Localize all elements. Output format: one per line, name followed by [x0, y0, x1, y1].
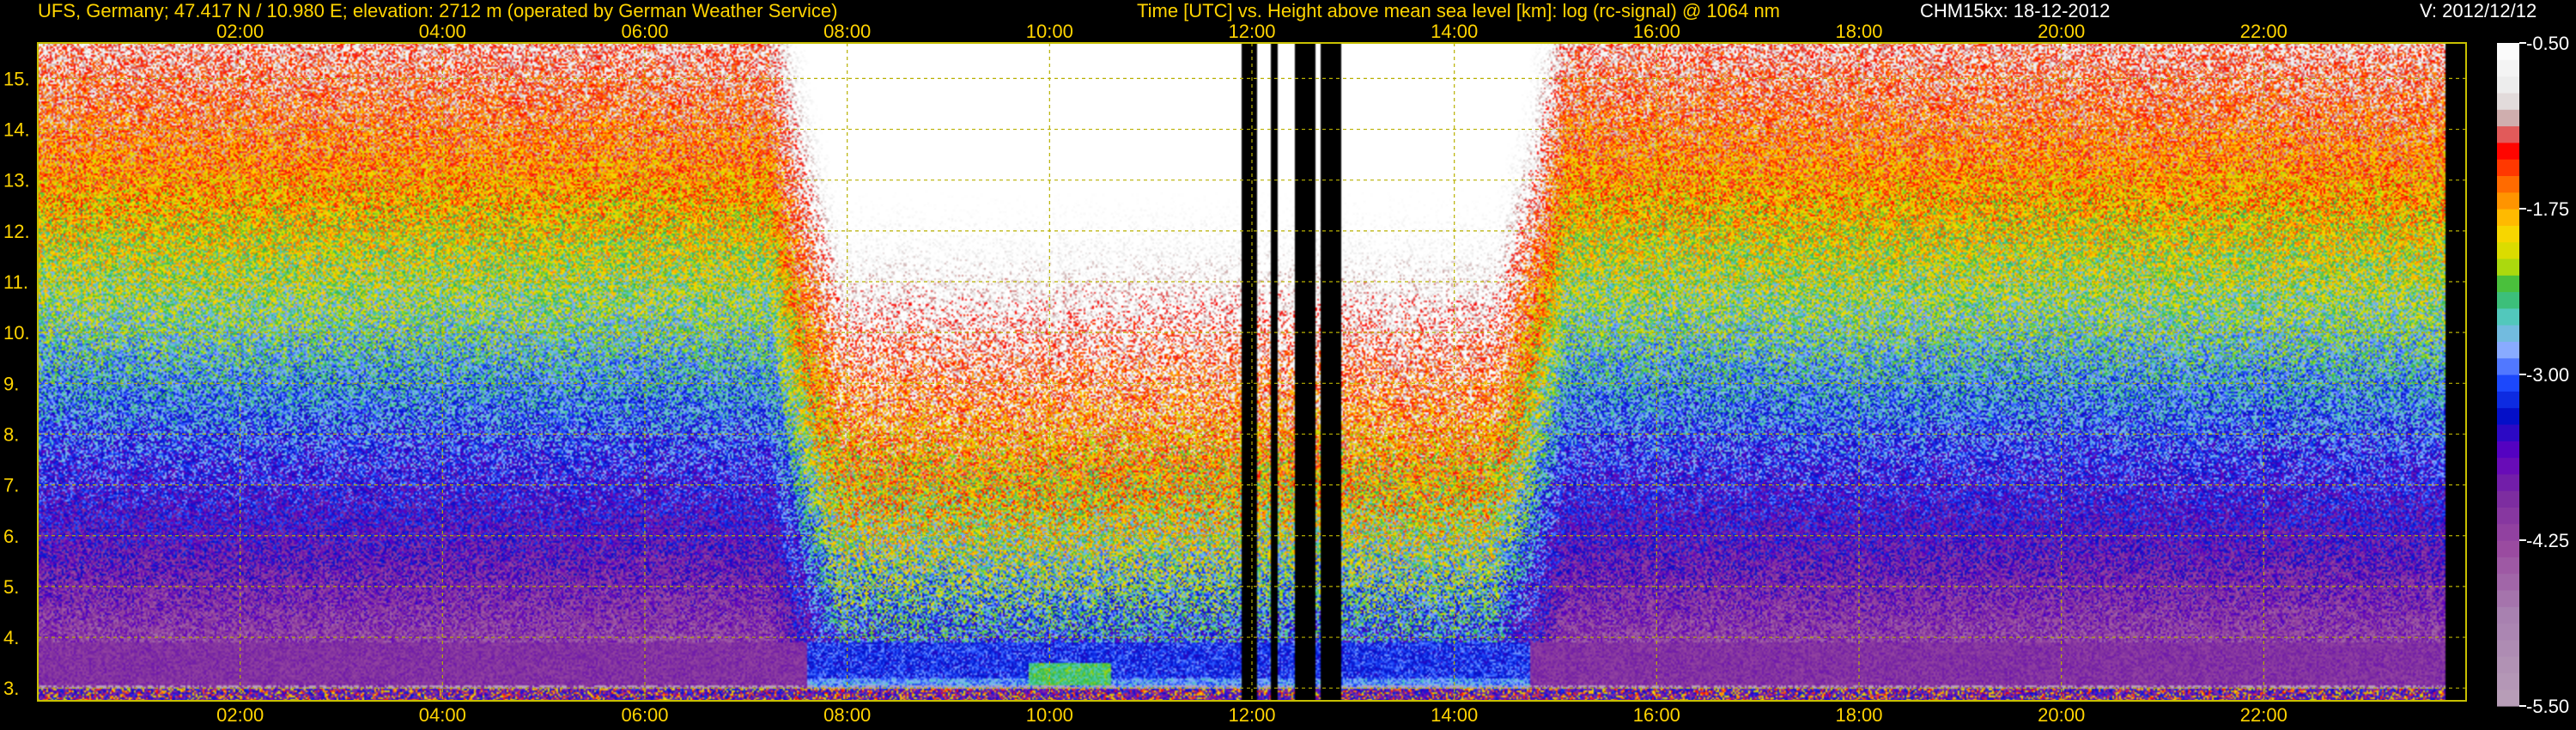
y-tick-label: 10.: [3, 322, 30, 344]
x-tick-label-top: 08:00: [823, 21, 871, 42]
colorbar-segment: [2497, 689, 2519, 707]
colorbar-segment: [2497, 573, 2519, 591]
y-tick-label: 15.: [3, 68, 30, 89]
x-tick-label-top: 06:00: [621, 21, 668, 42]
colorbar-segment: [2497, 109, 2519, 127]
x-tick-label-top: 10:00: [1026, 21, 1073, 42]
colorbar-segment: [2497, 656, 2519, 673]
colorbar-segment: [2497, 391, 2519, 409]
colorbar-segment: [2497, 209, 2519, 226]
colorbar: -0.50 -1.75 -3.00 -4.25 -5.50: [2497, 33, 2569, 717]
colorbar-segment: [2497, 159, 2519, 176]
x-tick-label-bottom: 18:00: [1835, 704, 1882, 726]
colorbar-segment: [2497, 291, 2519, 309]
colorbar-segment: [2497, 374, 2519, 392]
y-tick-label: 7.: [3, 475, 19, 496]
y-tick-label: 14.: [3, 119, 30, 141]
x-tick-label-bottom: 08:00: [823, 704, 871, 726]
colorbar-segment: [2497, 307, 2519, 325]
colorbar-segment: [2497, 341, 2519, 359]
x-tick-label-top: 04:00: [419, 21, 466, 42]
y-tick-label: 5.: [3, 576, 19, 598]
colorbar-tick-label: -4.25: [2526, 530, 2569, 551]
colorbar-segment: [2497, 92, 2519, 110]
colorbar-tick-label: -0.50: [2526, 33, 2569, 54]
colorbar-segment: [2497, 457, 2519, 475]
y-tick-label: 8.: [3, 423, 19, 445]
x-tick-label-bottom: 14:00: [1431, 704, 1478, 726]
y-tick-label: 6.: [3, 526, 19, 547]
x-tick-label-top: 18:00: [1835, 21, 1882, 42]
colorbar-tick-label: -5.50: [2526, 696, 2569, 717]
colorbar-segment: [2497, 540, 2519, 557]
colorbar-segment: [2497, 589, 2519, 607]
x-axis-top: 02:00 04:00 06:00 08:00 10:00 12:00 14:00 16:00…: [216, 21, 2287, 42]
x-tick-label-top: 16:00: [1633, 21, 1680, 42]
colorbar-segment: [2497, 441, 2519, 459]
colorbar-segment: [2497, 175, 2519, 193]
backscatter-heatmap: 02:00 04:00 06:00 08:00 10:00 12:00 14:00 16:00…: [3, 21, 2569, 726]
x-axis-bottom: 02:00 04:00 06:00 08:00 10:00 12:00 14:00 16:00…: [216, 704, 2287, 726]
x-tick-label-top: 02:00: [216, 21, 264, 42]
colorbar-segment: [2497, 423, 2519, 441]
colorbar-segment: [2497, 125, 2519, 143]
x-tick-label-bottom: 06:00: [621, 704, 668, 726]
colorbar-segment: [2497, 639, 2519, 657]
colorbar-segment: [2497, 507, 2519, 525]
x-tick-label-bottom: 22:00: [2240, 704, 2287, 726]
y-tick-label: 12.: [3, 221, 30, 242]
colorbar-segment: [2497, 325, 2519, 342]
colorbar-segment: [2497, 623, 2519, 641]
x-tick-label-bottom: 04:00: [419, 704, 466, 726]
y-tick-label: 9.: [3, 373, 19, 394]
colorbar-segment: [2497, 357, 2519, 375]
ceilometer-figure: UFS, Germany; 47.417 N / 10.980 E; eleva…: [0, 0, 2576, 730]
y-tick-label: 4.: [3, 627, 19, 648]
x-tick-label-bottom: 02:00: [216, 704, 264, 726]
colorbar-segment: [2497, 606, 2519, 624]
colorbar-segment: [2497, 275, 2519, 293]
colorbar-segment: [2497, 225, 2519, 243]
colorbar-segment: [2497, 672, 2519, 690]
colorbar-segment: [2497, 473, 2519, 491]
colorbar-segment: [2497, 241, 2519, 259]
colorbar-segment: [2497, 407, 2519, 425]
colorbar-segment: [2497, 59, 2519, 77]
colorbar-segment: [2497, 490, 2519, 508]
x-tick-label-bottom: 20:00: [2038, 704, 2085, 726]
x-tick-label-top: 14:00: [1431, 21, 1478, 42]
y-tick-label: 11.: [3, 271, 28, 293]
y-axis: 3. 4. 5. 6. 7. 8. 9. 10. 11. 12. 13. 14. 15.: [3, 68, 30, 699]
colorbar-tick-label: -1.75: [2526, 198, 2569, 220]
colorbar-segment: [2497, 76, 2519, 94]
y-tick-label: 13.: [3, 170, 30, 192]
y-tick-label: 3.: [3, 678, 19, 699]
colorbar-segment: [2497, 192, 2519, 210]
x-tick-label-top: 22:00: [2240, 21, 2287, 42]
colorbar-segment: [2497, 43, 2519, 60]
colorbar-segment: [2497, 142, 2519, 160]
x-tick-label-bottom: 10:00: [1026, 704, 1073, 726]
x-tick-label-bottom: 16:00: [1633, 704, 1680, 726]
colorbar-segment: [2497, 523, 2519, 541]
x-tick-label-top: 20:00: [2038, 21, 2085, 42]
colorbar-segment: [2497, 258, 2519, 276]
colorbar-segment: [2497, 557, 2519, 575]
x-tick-label-top: 12:00: [1228, 21, 1275, 42]
x-tick-label-bottom: 12:00: [1228, 704, 1275, 726]
colorbar-tick-label: -3.00: [2526, 364, 2569, 386]
